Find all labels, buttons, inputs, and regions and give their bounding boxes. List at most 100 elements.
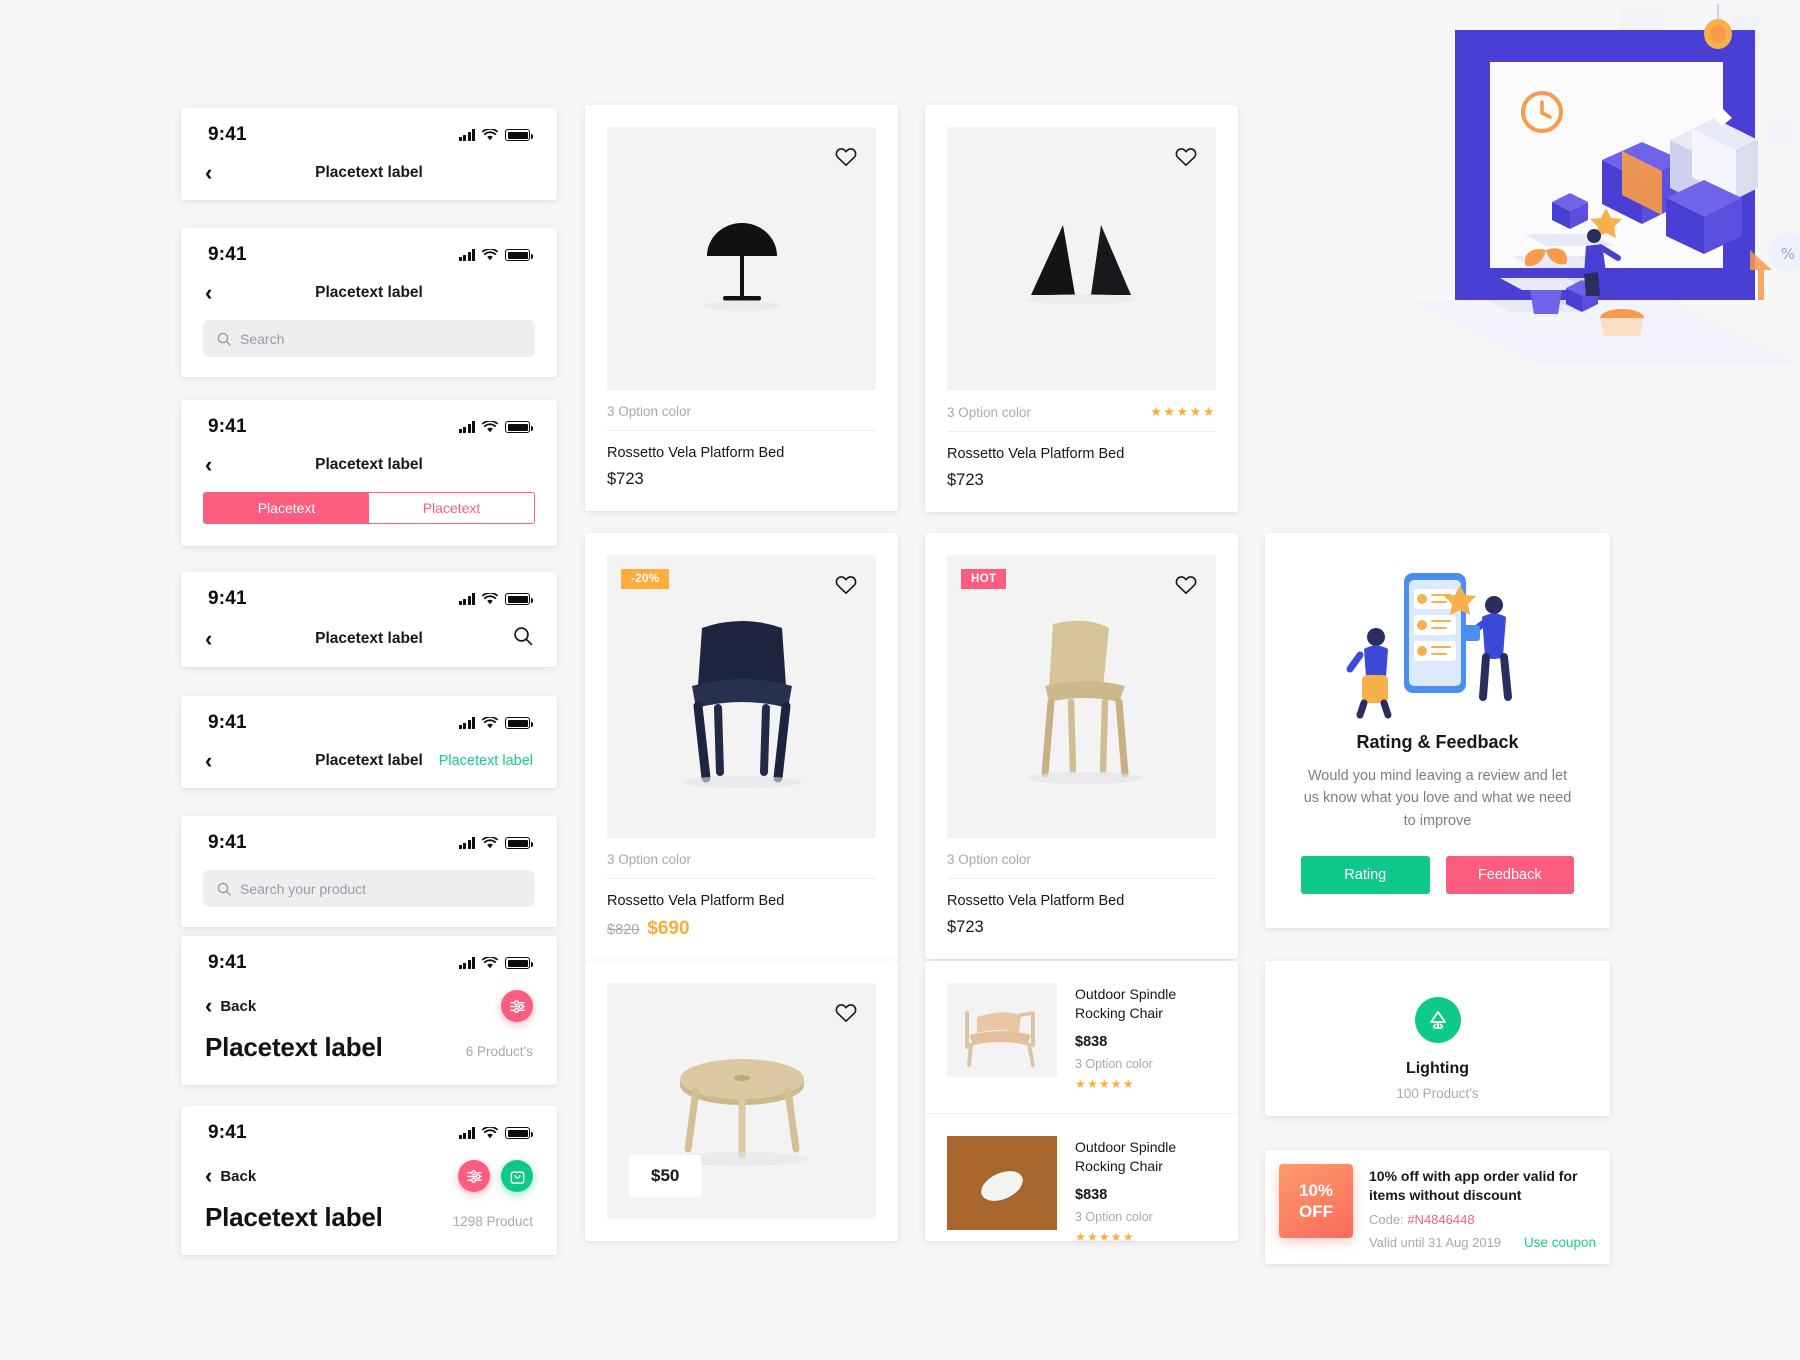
favorite-button[interactable]	[1174, 145, 1198, 169]
price-discounted: $690	[647, 918, 690, 939]
status-bar: 9:41	[181, 1106, 557, 1150]
list-item-rating: ★★★★★	[1075, 1229, 1135, 1241]
option-color-text: 3 Option color	[607, 404, 692, 419]
wifi-icon	[482, 129, 498, 141]
category-card-lighting[interactable]: Lighting 100 Product’s	[1265, 961, 1610, 1116]
use-coupon-link[interactable]: Use coupon	[1524, 1235, 1596, 1250]
shopping-bag-button[interactable]	[501, 1160, 533, 1192]
list-item[interactable]: Outdoor Spindle Rocking Chair $838 3 Opt…	[925, 961, 1238, 1113]
nav-bar: ‹ Placetext label Placetext label	[181, 740, 557, 788]
nav-bar: ‹ Placetext label	[181, 444, 557, 492]
rating-feedback-buttons: Rating Feedback	[1301, 856, 1574, 895]
rating-button[interactable]: Rating	[1301, 856, 1430, 895]
list-item-body: Outdoor Spindle Rocking Chair $838 3 Opt…	[1075, 983, 1216, 1091]
option-color-text: 3 Option color	[947, 852, 1032, 867]
filter-sliders-button[interactable]	[458, 1160, 490, 1192]
heart-icon	[1175, 576, 1197, 595]
search-input[interactable]: Search	[203, 320, 535, 357]
search-input[interactable]: Search your product	[203, 870, 535, 907]
coupon-card[interactable]: 10% OFF 10% off with app order valid for…	[1265, 1150, 1610, 1264]
list-item-price: $838	[1075, 1033, 1108, 1050]
product-price: $820 $690	[607, 918, 876, 940]
wifi-icon	[482, 957, 498, 969]
product-price: $723	[947, 918, 984, 936]
battery-icon	[505, 837, 533, 849]
search-action-button[interactable]	[513, 626, 533, 651]
status-icons	[458, 1127, 533, 1139]
product-image: HOT	[947, 555, 1216, 838]
status-bar: 9:41	[181, 816, 557, 860]
chevron-left-icon[interactable]: ‹	[205, 1165, 212, 1187]
list-item-body: Outdoor Spindle Rocking Chair $838 3 Opt…	[1075, 1136, 1216, 1241]
nav-bar: ‹ Placetext label	[181, 616, 557, 667]
coupon-code-row: Code: #N4846448	[1369, 1212, 1596, 1227]
signal-bars-icon	[458, 593, 475, 605]
heart-icon	[835, 576, 857, 595]
status-bar: 9:41	[181, 108, 557, 152]
product-card-navy-chair[interactable]: -20% 3 Option color Rossetto Vela Platfo…	[585, 533, 898, 962]
tan-lounge-chair	[965, 1011, 1035, 1067]
header-actions	[501, 990, 533, 1022]
nav-title: Placetext label	[315, 456, 423, 473]
product-card-bookends[interactable]: 3 Option color ★★★★★ Rossetto Vela Platf…	[925, 105, 1238, 512]
status-time: 9:41	[208, 832, 247, 853]
coupon-footer: Valid until 31 Aug 2019 Use coupon	[1369, 1235, 1596, 1250]
coupon-code-value: #N4846448	[1407, 1211, 1475, 1227]
coupon-body: 10% off with app order valid for items w…	[1369, 1164, 1596, 1250]
wifi-icon	[482, 421, 498, 433]
shopping-bag-icon	[510, 1171, 524, 1184]
wifi-icon	[482, 593, 498, 605]
chevron-left-icon[interactable]: ‹	[205, 627, 212, 650]
chevron-left-icon[interactable]: ‹	[205, 995, 212, 1017]
triangle-bookends	[1025, 224, 1136, 304]
leather-cushion	[981, 1170, 1023, 1201]
product-card-wood-chair[interactable]: HOT 3 Option color Rossetto Vela Platfor…	[925, 533, 1238, 959]
chevron-left-icon[interactable]: ‹	[205, 162, 212, 184]
nav-bar: ‹ Back	[181, 980, 557, 1026]
wifi-icon	[482, 717, 498, 729]
nav-title: Placetext label	[315, 164, 423, 181]
battery-icon	[505, 717, 533, 729]
favorite-button[interactable]	[834, 1001, 858, 1025]
product-info: Rossetto Vela Platform Bed $723	[585, 431, 898, 511]
tab-placetext-active[interactable]: Placetext	[204, 493, 369, 523]
filter-sliders-icon	[509, 999, 525, 1013]
status-icons	[458, 717, 533, 729]
wifi-icon	[482, 249, 498, 261]
battery-icon	[505, 249, 533, 261]
battery-icon	[505, 129, 533, 141]
status-time: 9:41	[208, 1122, 247, 1143]
nav-action-link[interactable]: Placetext label	[439, 753, 533, 769]
option-row: 3 Option color	[947, 838, 1216, 879]
rating-stars: ★★★★★	[1150, 404, 1216, 419]
back-label[interactable]: Back	[220, 1168, 256, 1185]
wifi-icon	[482, 1127, 498, 1139]
favorite-button[interactable]	[834, 145, 858, 169]
list-item-price: $838	[1075, 1186, 1108, 1203]
chevron-left-icon[interactable]: ‹	[205, 750, 212, 772]
product-info: Rossetto Vela Platform Bed $723	[925, 432, 1238, 512]
product-card-round-table[interactable]: $50	[585, 961, 898, 1241]
list-item[interactable]: Outdoor Spindle Rocking Chair $838 3 Opt…	[925, 1112, 1238, 1241]
coupon-off: OFF	[1299, 1202, 1333, 1221]
status-icons	[458, 837, 533, 849]
filter-sliders-button[interactable]	[501, 990, 533, 1022]
page-title-row: Placetext label 6 Product’s	[181, 1026, 557, 1085]
category-name: Lighting	[1405, 1060, 1470, 1077]
product-info: Rossetto Vela Platform Bed $820 $690	[585, 879, 898, 962]
category-count: 100 Product’s	[1396, 1086, 1479, 1101]
tab-placetext-inactive[interactable]: Placetext	[369, 493, 534, 523]
product-card-lamp[interactable]: 3 Option color Rossetto Vela Platform Be…	[585, 105, 898, 511]
back-label[interactable]: Back	[220, 998, 256, 1015]
favorite-button[interactable]	[834, 573, 858, 597]
feedback-button[interactable]: Feedback	[1445, 856, 1574, 895]
favorite-button[interactable]	[1174, 573, 1198, 597]
battery-icon	[505, 593, 533, 605]
status-bar: 9:41	[181, 696, 557, 740]
chevron-left-icon[interactable]: ‹	[205, 282, 212, 304]
product-price: $723	[607, 470, 644, 488]
search-placeholder: Search your product	[240, 880, 367, 897]
search-icon	[217, 332, 231, 346]
battery-icon	[505, 957, 533, 969]
chevron-left-icon[interactable]: ‹	[205, 454, 212, 476]
